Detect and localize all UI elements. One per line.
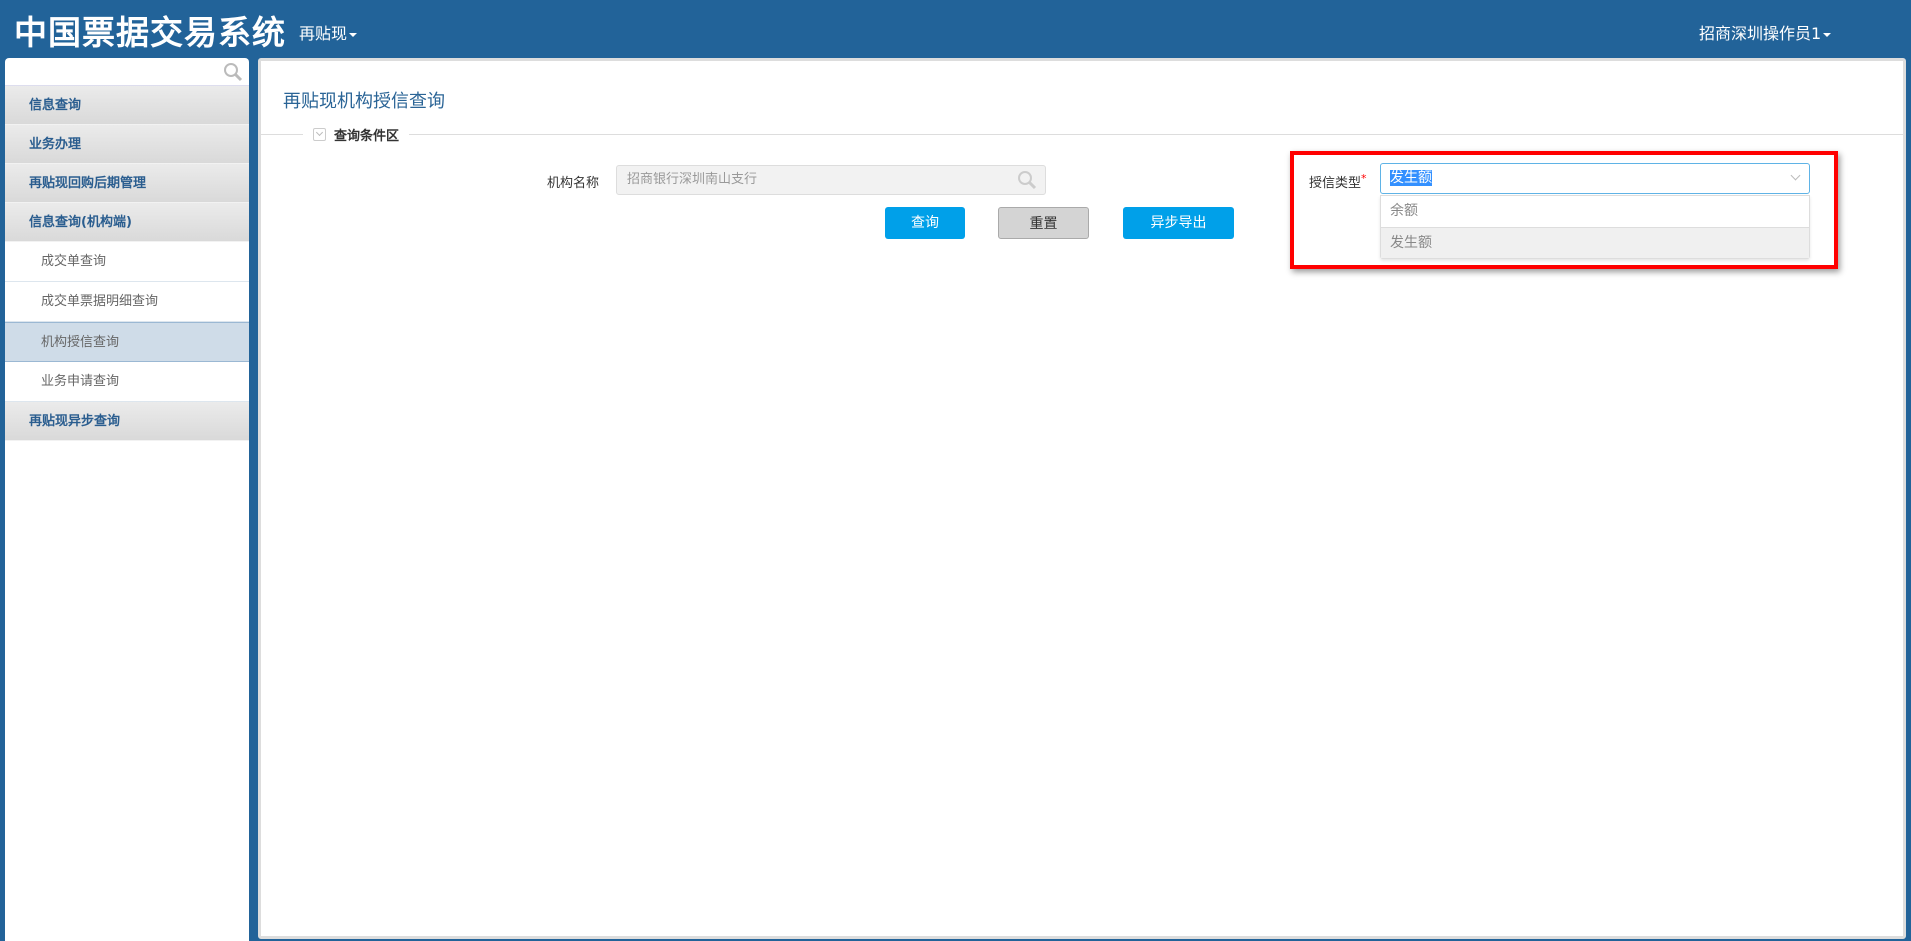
sidebar-group-info-query[interactable]: 信息查询 [5, 86, 249, 125]
search-icon[interactable] [223, 62, 243, 82]
menu-rediscount[interactable]: 再贴现 [299, 20, 358, 44]
sidebar-item-apply-query[interactable]: 业务申请查询 [5, 362, 249, 402]
caret-down-icon [1823, 32, 1832, 37]
credit-type-label: 授信类型* [1309, 172, 1367, 191]
sidebar-group-repo-management[interactable]: 再贴现回购后期管理 [5, 164, 249, 203]
query-button[interactable]: 查询 [885, 207, 965, 239]
collapse-toggle-icon[interactable] [313, 128, 326, 141]
credit-type-value: 发生额 [1390, 170, 1432, 186]
inst-name-label: 机构名称 [547, 176, 600, 191]
sidebar-search-input[interactable] [5, 58, 249, 86]
menu-label: 再贴现 [299, 24, 348, 43]
main-panel: 再贴现机构授信查询 查询条件区 机构名称 招商银行深圳南山支行 查询 重置 异步… [258, 58, 1906, 939]
reset-button[interactable]: 重置 [998, 207, 1089, 239]
async-export-button[interactable]: 异步导出 [1123, 207, 1234, 239]
caret-down-icon [349, 32, 358, 37]
chevron-down-icon [1790, 170, 1801, 181]
user-menu[interactable]: 招商深圳操作员1 [1699, 20, 1832, 44]
sidebar-item-deal-query[interactable]: 成交单查询 [5, 242, 249, 282]
option-balance[interactable]: 余额 [1381, 196, 1809, 227]
legend-label: 查询条件区 [334, 129, 400, 144]
credit-type-select[interactable]: 发生额 [1380, 163, 1810, 194]
sidebar-group-info-query-inst[interactable]: 信息查询(机构端) [5, 203, 249, 242]
sidebar-group-async-query[interactable]: 再贴现异步查询 [5, 402, 249, 441]
credit-type-dropdown: 余额 发生额 [1380, 195, 1810, 259]
sidebar: 信息查询 业务办理 再贴现回购后期管理 信息查询(机构端) 成交单查询 成交单票… [5, 58, 249, 941]
sidebar-item-deal-bill-detail[interactable]: 成交单票据明细查询 [5, 282, 249, 322]
required-mark: * [1361, 172, 1367, 185]
divider [261, 134, 1903, 135]
credit-type-label-text: 授信类型 [1309, 176, 1362, 191]
app-title: 中国票据交易系统 [14, 13, 286, 52]
inst-name-input[interactable]: 招商银行深圳南山支行 [616, 165, 1046, 195]
sidebar-item-inst-credit[interactable]: 机构授信查询 [5, 322, 249, 362]
page-title: 再贴现机构授信查询 [283, 91, 445, 112]
user-name: 招商深圳操作员1 [1699, 24, 1822, 43]
inst-name-value: 招商银行深圳南山支行 [627, 172, 758, 187]
sidebar-group-business[interactable]: 业务办理 [5, 125, 249, 164]
query-section-legend[interactable]: 查询条件区 [303, 125, 410, 144]
search-icon[interactable] [1017, 170, 1037, 190]
option-amount-incurred[interactable]: 发生额 [1381, 227, 1809, 258]
